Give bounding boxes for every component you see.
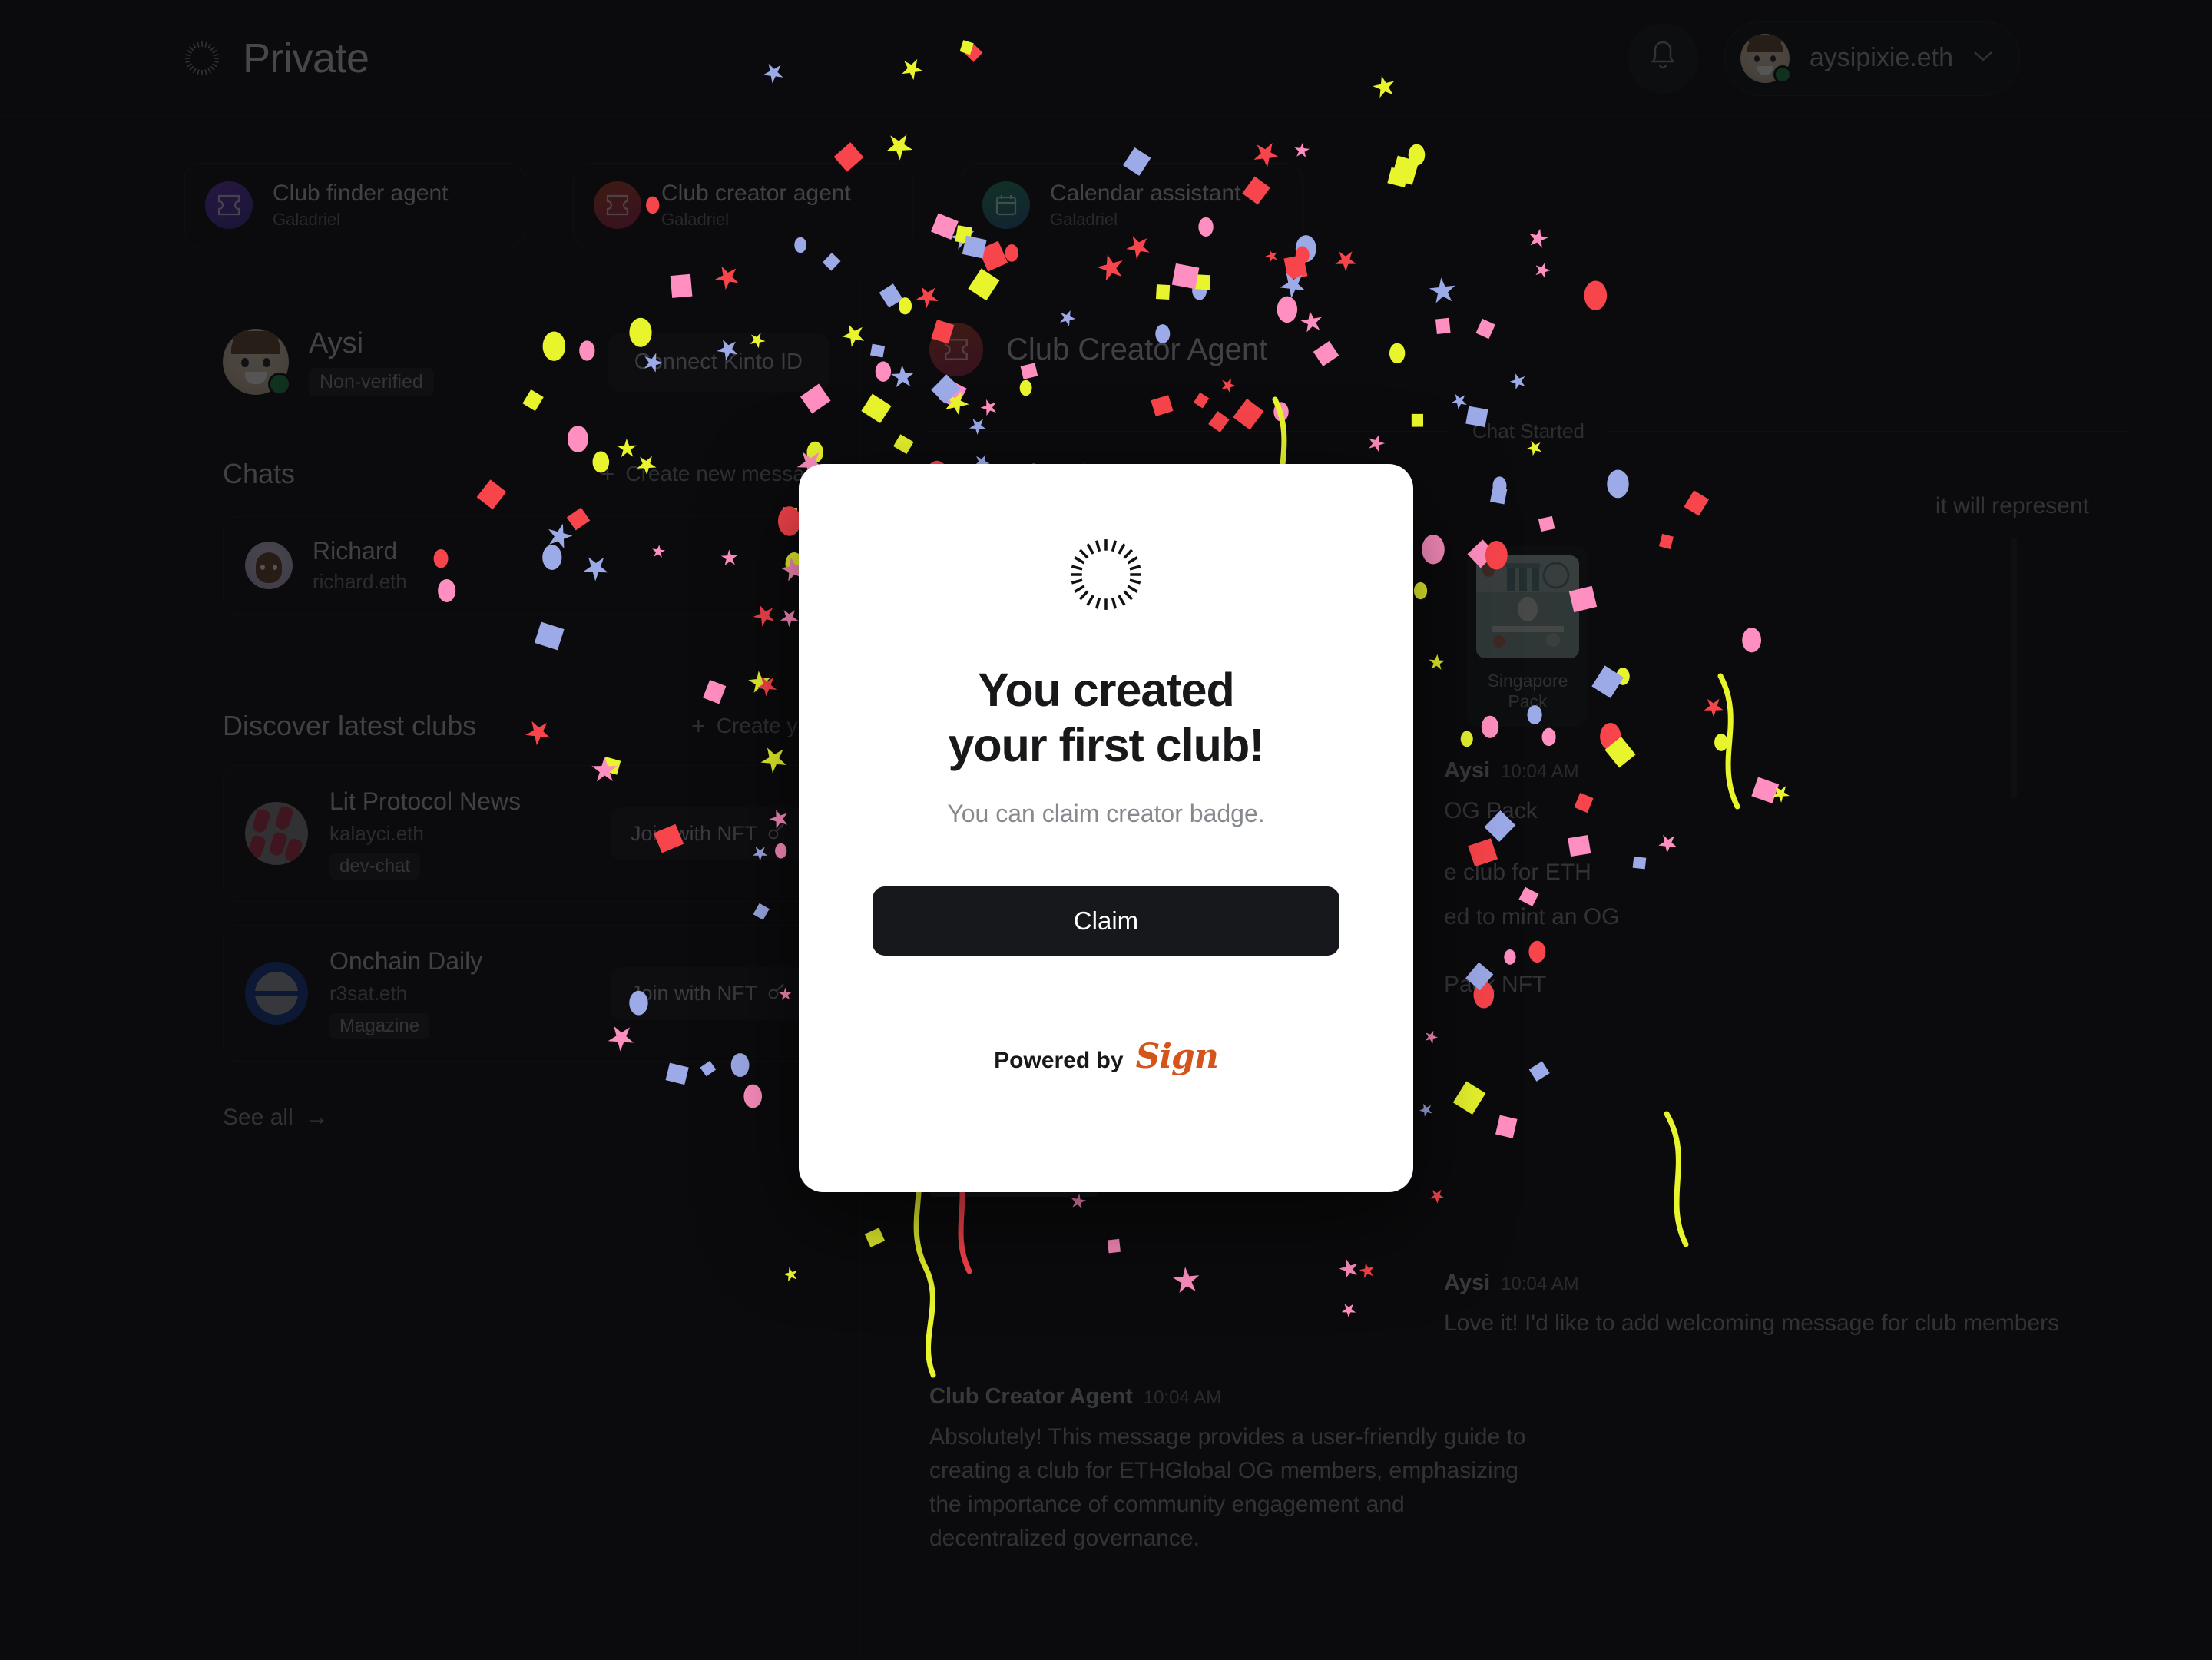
create-new-message-label: Create new message	[625, 462, 829, 485]
profile-name: Aysi	[309, 327, 364, 360]
chat-started-divider: Chat Started	[860, 419, 2212, 443]
message-time: 10:04 AM	[1143, 1387, 1222, 1408]
agent-name: Club finder agent	[273, 180, 449, 206]
agent-card-club-creator[interactable]: Club creator agent Galadriel	[573, 163, 914, 247]
powered-by-label: Powered by	[994, 1047, 1124, 1073]
club-handle: r3sat.eth	[329, 982, 408, 1005]
list-item[interactable]: Richard richard.eth	[223, 516, 829, 615]
agent-provider: Galadriel	[661, 210, 730, 230]
brand[interactable]: Private	[184, 35, 369, 82]
status-badge	[268, 373, 291, 396]
sign-logo: Sign	[1135, 1036, 1219, 1076]
message-author: Aysi	[1444, 758, 1491, 784]
modal-subtitle: You can claim creator badge.	[947, 799, 1265, 827]
message-time: 10:04 AM	[1501, 1274, 1579, 1295]
message-text: e club for ETH	[1444, 860, 1591, 886]
verification-badge: Non-verified	[309, 368, 434, 396]
chat-title: Club Creator Agent	[1006, 332, 1268, 366]
message-author: Aysi	[1444, 1271, 1491, 1296]
key-icon	[767, 821, 786, 847]
modal-title-line1: You created	[978, 664, 1235, 716]
top-bar: Private aysipixie.eth	[0, 0, 2212, 117]
chat-scrollbar[interactable]	[2011, 538, 2017, 799]
list-item[interactable]: Lit Protocol News kalayci.eth dev-chat J…	[223, 765, 829, 902]
list-item[interactable]: Onchain Daily r3sat.eth Magazine Join wi…	[223, 925, 829, 1062]
chats-section-header: Chats + Create new message	[184, 458, 859, 490]
notifications-button[interactable]	[1627, 22, 1698, 94]
connect-kinto-id-button[interactable]: Connect Kinto ID	[608, 332, 829, 392]
modal-title-line2: your first club!	[948, 718, 1264, 771]
create-new-message-button[interactable]: + Create new message	[601, 460, 829, 489]
join-with-nft-button[interactable]: Join with NFT	[610, 966, 806, 1020]
nft-caption: Singapore Pack	[1487, 671, 1568, 712]
join-with-nft-label: Join with NFT	[630, 981, 757, 1005]
see-all-label: See all	[223, 1105, 293, 1130]
agent-provider: Galadriel	[1050, 210, 1118, 230]
radial-burst-icon	[1069, 538, 1143, 615]
chat-started-label: Chat Started	[1472, 419, 1584, 442]
see-all-button[interactable]: See all →	[223, 1105, 859, 1131]
club-handle: kalayci.eth	[329, 822, 424, 845]
message-text: Pack NFT	[1444, 972, 1547, 998]
message-text: OG Pack	[1444, 798, 1538, 824]
sidebar: Aysi Non-verified Connect Kinto ID Chats…	[184, 283, 860, 1660]
join-with-nft-label: Join with NFT	[630, 821, 757, 845]
plus-icon: +	[600, 459, 615, 488]
plus-icon: +	[691, 711, 706, 740]
radial-burst-icon	[184, 41, 220, 76]
agent-card-list: Club finder agent Galadriel Club creator…	[184, 163, 1303, 247]
message-text: Absolutely! This message provides a user…	[929, 1423, 1526, 1551]
club-name: Onchain Daily	[329, 947, 483, 975]
calendar-icon	[982, 181, 1030, 229]
chats-title: Chats	[223, 458, 296, 489]
chevron-down-icon	[1973, 50, 1993, 66]
agent-name: Club creator agent	[661, 180, 851, 206]
club-tag: dev-chat	[329, 853, 421, 880]
nft-card-list: Singapore Pack	[1398, 546, 2212, 728]
club-name: Lit Protocol News	[329, 787, 521, 815]
avatar	[1740, 33, 1792, 84]
nft-card[interactable]: Singapore Pack	[1467, 546, 1588, 728]
ticket-icon	[929, 323, 983, 376]
club-avatar	[245, 802, 308, 865]
join-with-nft-button[interactable]: Join with NFT	[610, 807, 806, 860]
message-time: 10:04 AM	[1501, 761, 1579, 783]
message-author: Club Creator Agent	[929, 1383, 1133, 1409]
ticket-icon	[205, 181, 253, 229]
bell-icon	[1647, 39, 1678, 77]
claim-button[interactable]: Claim	[873, 886, 1339, 956]
nft-thumbnail	[1476, 555, 1579, 659]
chat-name: Richard	[313, 537, 398, 565]
agent-name: Calendar assistant	[1050, 180, 1241, 206]
club-avatar	[245, 962, 308, 1025]
message-text: Love it! I'd like to add welcoming messa…	[1444, 1310, 2060, 1337]
app-root: Private aysipixie.eth Club finder agent …	[0, 0, 2212, 1660]
discover-section-header: Discover latest clubs + Create your	[184, 710, 859, 742]
powered-by: Powered by Sign	[994, 1036, 1219, 1076]
arrow-right-icon: →	[305, 1105, 329, 1130]
message-text: ed to mint an OG	[1444, 904, 1620, 930]
top-bar-right: aysipixie.eth	[1627, 20, 2166, 96]
message: Club Creator Agent 10:04 AM Absolutely! T…	[860, 1384, 2212, 1556]
chat-handle: richard.eth	[313, 570, 407, 593]
page-title: Private	[243, 35, 369, 81]
chat-header: Club Creator Agent	[860, 283, 2212, 376]
claim-badge-modal: You created your first club! You can cla…	[799, 464, 1413, 1192]
discover-title: Discover latest clubs	[223, 710, 477, 741]
status-badge	[1773, 65, 1792, 84]
key-icon	[767, 981, 786, 1006]
agent-provider: Galadriel	[273, 210, 341, 230]
modal-title: You created your first club!	[948, 663, 1264, 774]
user-name: aysipixie.eth	[1809, 43, 1953, 72]
club-tag: Magazine	[329, 1013, 430, 1039]
agent-card-calendar-assistant[interactable]: Calendar assistant Galadriel	[962, 163, 1303, 247]
agent-card-club-finder[interactable]: Club finder agent Galadriel	[184, 163, 525, 247]
profile-row: Aysi Non-verified Connect Kinto ID	[184, 283, 859, 396]
avatar	[223, 329, 291, 396]
user-menu-button[interactable]: aysipixie.eth	[1724, 20, 2020, 96]
ticket-icon	[594, 181, 641, 229]
avatar	[245, 542, 293, 589]
message: Aysi 10:04 AM Love it! I'd like to add we…	[860, 1271, 2212, 1340]
